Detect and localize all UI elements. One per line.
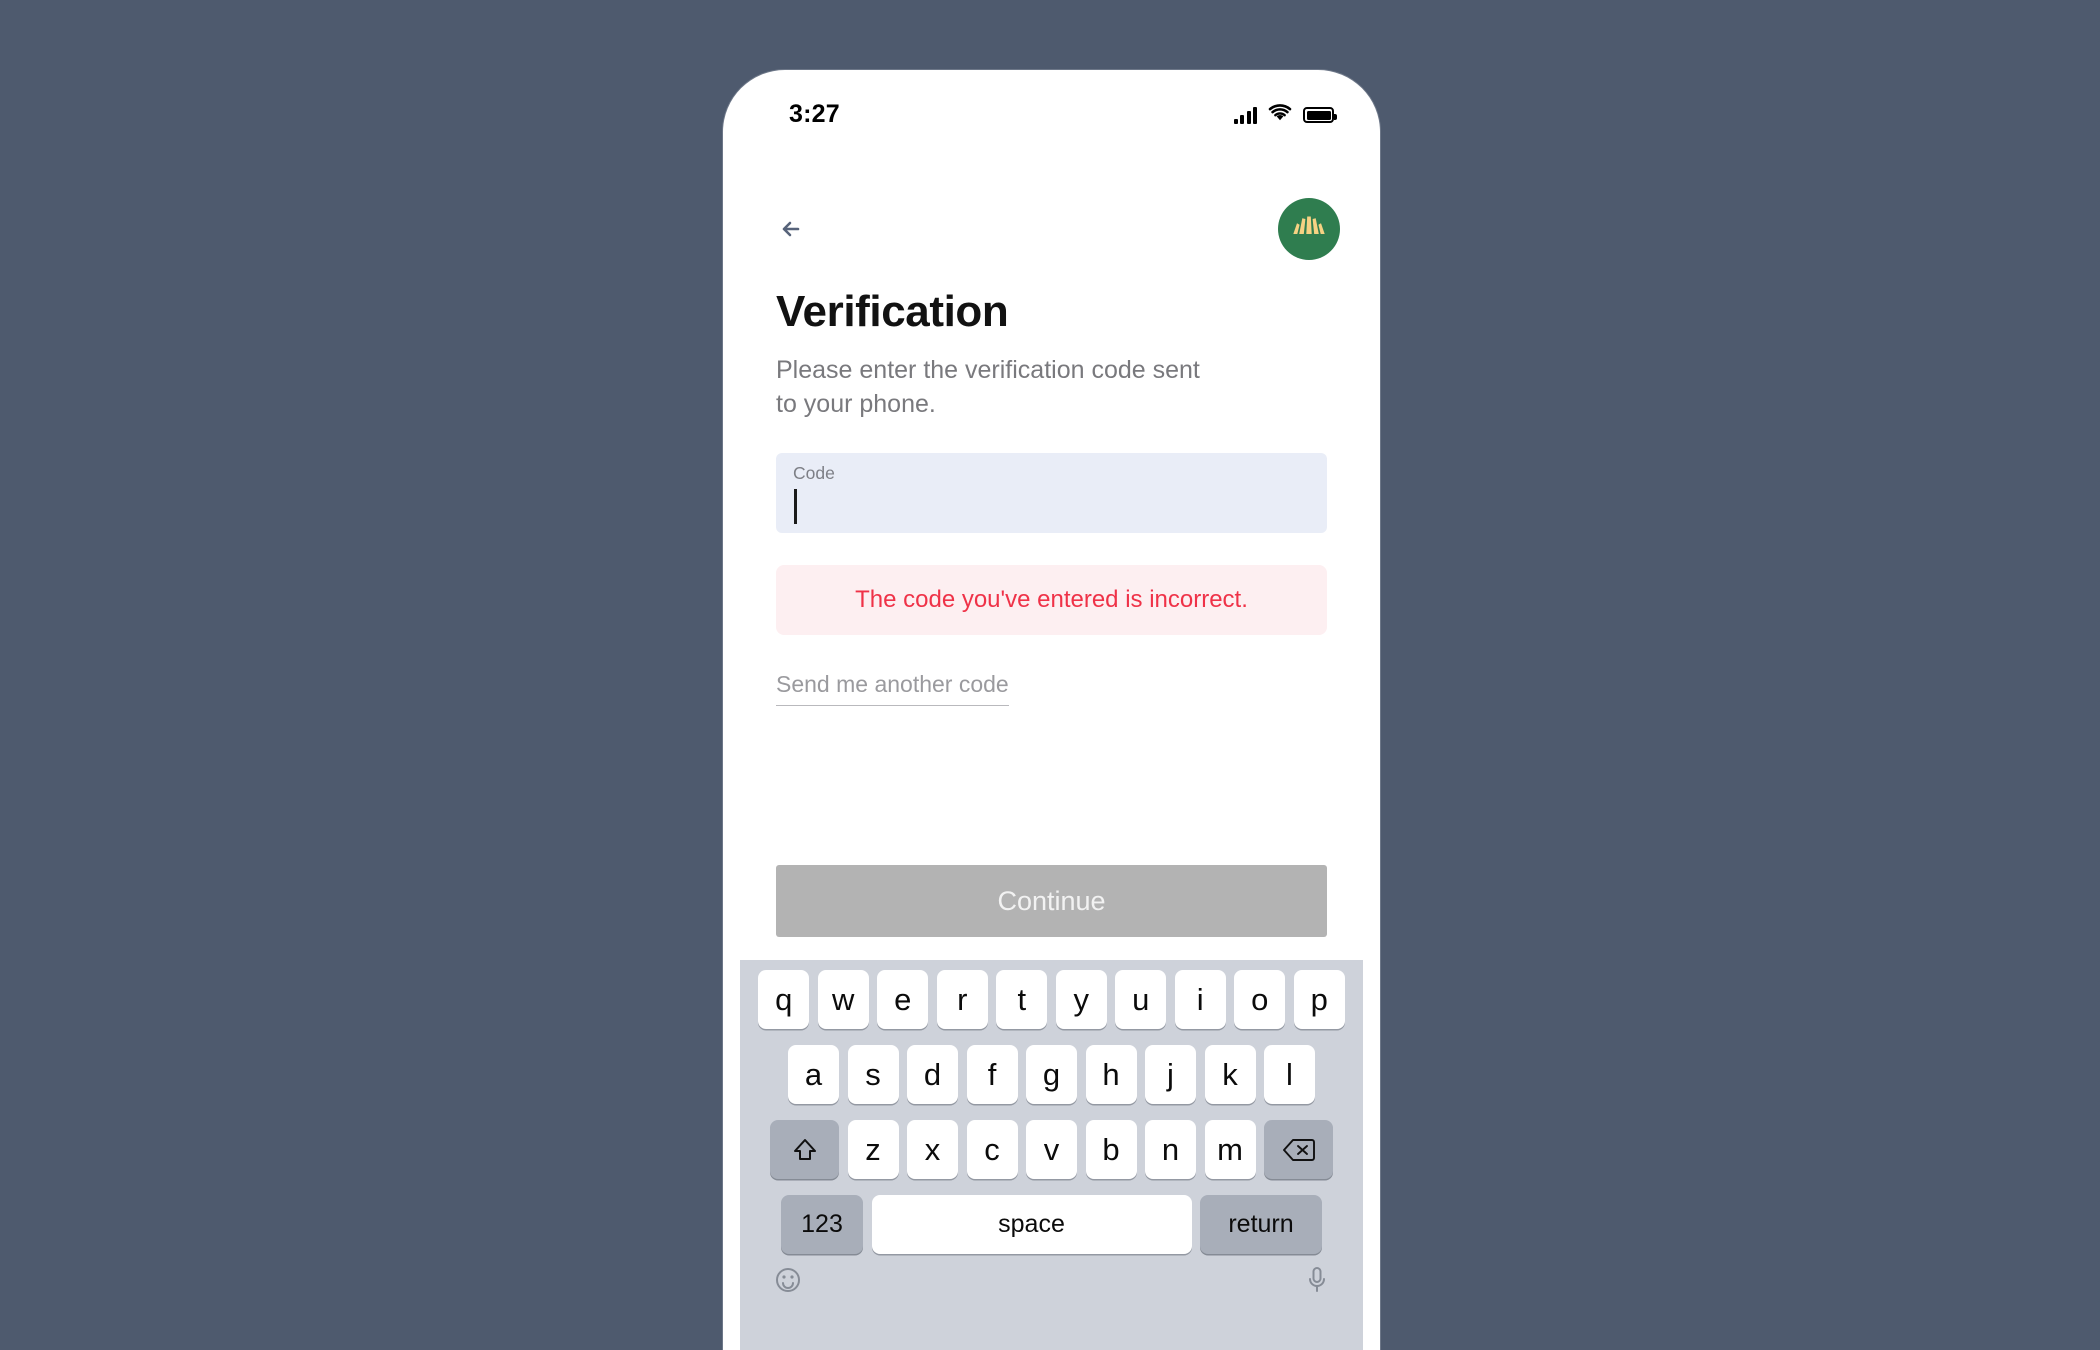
key-g[interactable]: g bbox=[1026, 1045, 1077, 1104]
resend-link-wrap: Send me another code bbox=[776, 671, 1327, 706]
wifi-icon bbox=[1268, 103, 1292, 127]
onscreen-keyboard: q w e r t y u i o p a s d f g h j k l z … bbox=[740, 960, 1363, 1350]
key-i[interactable]: i bbox=[1174, 970, 1226, 1029]
key-q[interactable]: q bbox=[758, 970, 810, 1029]
keyboard-bottom-row bbox=[744, 1266, 1359, 1296]
shift-icon[interactable] bbox=[770, 1120, 839, 1179]
keyboard-row-3: z x c v b n m bbox=[744, 1120, 1359, 1179]
key-a[interactable]: a bbox=[788, 1045, 839, 1104]
key-u[interactable]: u bbox=[1115, 970, 1167, 1029]
screen-content: Verification Please enter the verificati… bbox=[723, 276, 1380, 706]
key-m[interactable]: m bbox=[1204, 1120, 1256, 1179]
key-o[interactable]: o bbox=[1234, 970, 1286, 1029]
battery-icon bbox=[1303, 107, 1337, 123]
phone-frame: 3:27 Verification Please enter the verif… bbox=[723, 70, 1380, 1350]
key-return[interactable]: return bbox=[1200, 1195, 1322, 1254]
key-d[interactable]: d bbox=[907, 1045, 958, 1104]
key-y[interactable]: y bbox=[1055, 970, 1107, 1029]
send-another-code-link[interactable]: Send me another code bbox=[776, 671, 1009, 706]
key-e[interactable]: e bbox=[877, 970, 929, 1029]
key-j[interactable]: j bbox=[1145, 1045, 1196, 1104]
key-f[interactable]: f bbox=[966, 1045, 1018, 1104]
key-c[interactable]: c bbox=[966, 1120, 1018, 1179]
key-h[interactable]: h bbox=[1085, 1045, 1137, 1104]
key-space[interactable]: space bbox=[871, 1195, 1192, 1254]
brand-logo[interactable] bbox=[1278, 198, 1340, 260]
error-banner: The code you've entered is incorrect. bbox=[776, 564, 1327, 635]
nav-row bbox=[723, 182, 1380, 276]
key-s[interactable]: s bbox=[847, 1045, 899, 1104]
status-bar-time: 3:27 bbox=[789, 99, 840, 128]
key-t[interactable]: t bbox=[996, 970, 1048, 1029]
code-input[interactable]: Code bbox=[776, 452, 1327, 533]
key-b[interactable]: b bbox=[1085, 1120, 1137, 1179]
keyboard-row-4: 123 space return bbox=[744, 1195, 1359, 1254]
key-w[interactable]: w bbox=[817, 970, 869, 1029]
key-n[interactable]: n bbox=[1145, 1120, 1196, 1179]
key-r[interactable]: r bbox=[936, 970, 988, 1029]
key-k[interactable]: k bbox=[1204, 1045, 1256, 1104]
key-l[interactable]: l bbox=[1264, 1045, 1315, 1104]
backspace-icon[interactable] bbox=[1264, 1120, 1333, 1179]
emoji-icon[interactable] bbox=[774, 1266, 802, 1299]
key-z[interactable]: z bbox=[847, 1120, 899, 1179]
status-bar-icons bbox=[1233, 86, 1337, 127]
key-p[interactable]: p bbox=[1293, 970, 1345, 1029]
microphone-icon[interactable] bbox=[1305, 1266, 1329, 1299]
text-caret bbox=[794, 488, 797, 524]
page-title: Verification bbox=[776, 287, 1009, 336]
page-subtitle: Please enter the verification code sent … bbox=[776, 356, 1200, 418]
back-arrow-icon[interactable] bbox=[773, 210, 811, 248]
key-numbers[interactable]: 123 bbox=[781, 1195, 863, 1254]
key-x[interactable]: x bbox=[907, 1120, 958, 1179]
error-message: The code you've entered is incorrect. bbox=[855, 585, 1248, 613]
keyboard-row-1: q w e r t y u i o p bbox=[744, 970, 1359, 1029]
key-v[interactable]: v bbox=[1026, 1120, 1077, 1179]
continue-button[interactable]: Continue bbox=[776, 865, 1327, 937]
keyboard-row-2: a s d f g h j k l bbox=[744, 1045, 1359, 1104]
status-bar: 3:27 bbox=[723, 70, 1380, 142]
code-input-label: Code bbox=[793, 462, 835, 483]
cellular-signal-icon bbox=[1233, 106, 1257, 124]
